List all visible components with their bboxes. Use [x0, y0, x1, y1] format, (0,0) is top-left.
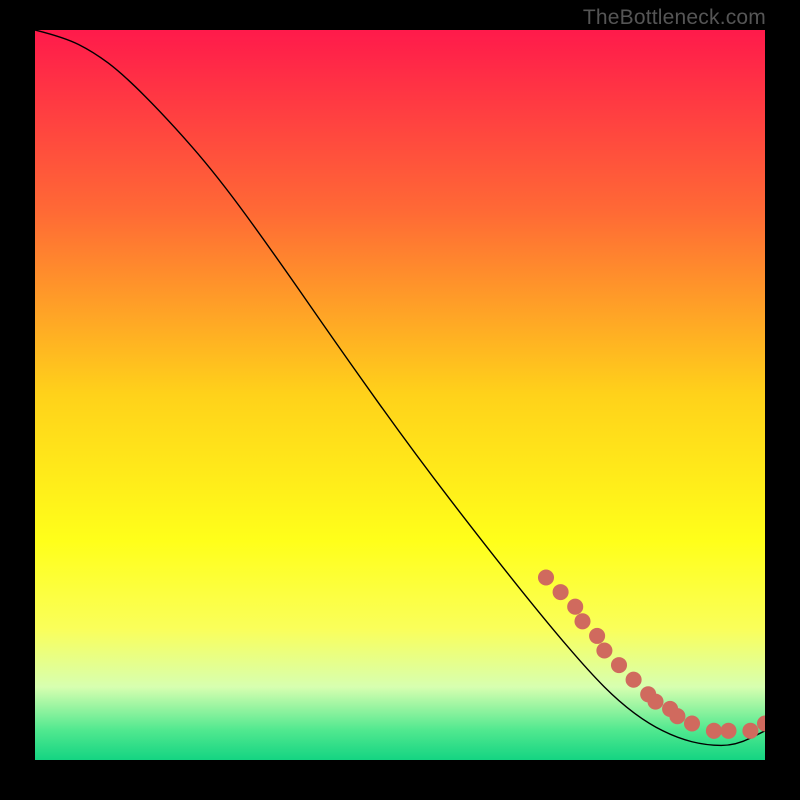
- chart-svg: [35, 30, 765, 760]
- scatter-dot: [611, 657, 627, 673]
- chart-stage: TheBottleneck.com: [0, 0, 800, 800]
- watermark-text: TheBottleneck.com: [583, 6, 766, 30]
- scatter-dot: [669, 708, 685, 724]
- scatter-dot: [742, 723, 758, 739]
- scatter-dot: [720, 723, 736, 739]
- scatter-dot: [647, 694, 663, 710]
- scatter-dot: [596, 642, 612, 658]
- scatter-dot: [553, 584, 569, 600]
- chart-plot-area: [35, 30, 765, 760]
- scatter-dot: [574, 613, 590, 629]
- scatter-dot: [684, 715, 700, 731]
- scatter-dot: [589, 628, 605, 644]
- scatter-dot: [626, 672, 642, 688]
- scatter-dot: [538, 569, 554, 585]
- gradient-background: [35, 30, 765, 760]
- scatter-dot: [567, 599, 583, 615]
- scatter-dot: [706, 723, 722, 739]
